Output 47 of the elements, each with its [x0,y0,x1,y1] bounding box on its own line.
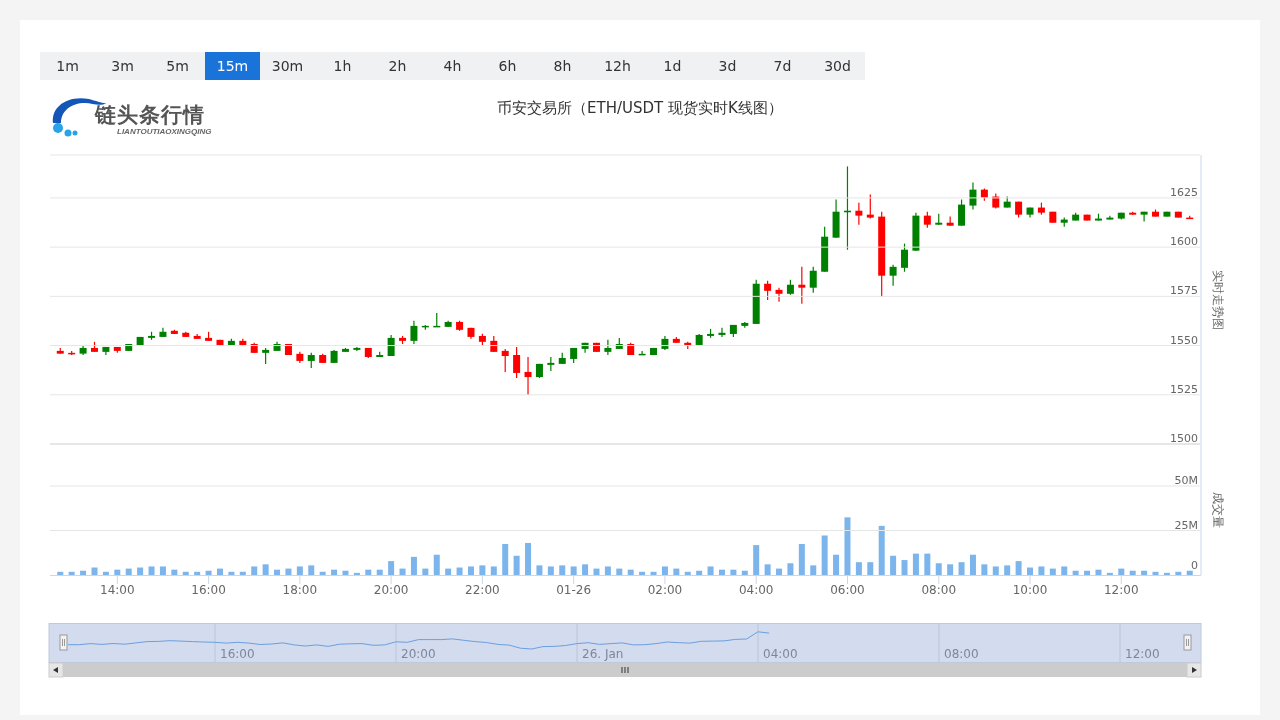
interval-tab[interactable]: 5m [150,52,205,80]
chart-title: 币安交易所（ETH/USDT 现货实时K线图） [497,98,783,119]
interval-tab[interactable]: 2h [370,52,425,80]
axis-label: 02:00 [647,583,683,597]
interval-tab[interactable]: 30m [260,52,315,80]
axis-label: 1550 [1170,333,1198,347]
axis-label: 04:00 [763,647,798,661]
axis-label: 12:00 [1104,583,1139,597]
axis-label: 22:00 [465,583,500,597]
axis-label: 1600 [1170,235,1198,249]
axis-label: 16:00 [191,583,226,597]
interval-tab[interactable]: 1d [645,52,700,80]
axis-label: 14:00 [100,583,135,597]
axis-label: 0 [1191,559,1198,572]
axis-title: 成交量 [1211,491,1225,528]
interval-tab[interactable]: 6h [480,52,535,80]
interval-tab[interactable]: 7d [755,52,810,80]
axis-label: 16:00 [220,647,255,661]
interval-tab[interactable]: 3d [700,52,755,80]
axis-label: 1500 [1170,432,1198,445]
axis-label: 25M [1174,518,1198,532]
axis-label: 20:00 [373,583,409,597]
axis-label: 1575 [1170,284,1198,298]
axis-label: 01-26 [556,583,592,597]
interval-tab[interactable]: 12h [590,52,645,80]
axis-title: 实时走势图 [1211,269,1225,330]
interval-tab[interactable]: 1h [315,52,370,80]
axis-label: 10:00 [1012,583,1048,597]
axis-label: 12:00 [1125,647,1160,661]
axis-label: 1525 [1170,382,1198,396]
interval-tab[interactable]: 8h [535,52,590,80]
interval-tab[interactable]: 15m [205,52,260,80]
axis-label: 04:00 [738,583,774,597]
interval-tab[interactable]: 4h [425,52,480,80]
axis-label: 26. Jan [582,647,624,661]
logo-text: 链头条行情 [95,105,206,126]
interval-tab[interactable]: 3m [95,52,150,80]
axis-label: 18:00 [282,583,318,597]
logo-subtitle: LIANTOUTIAOXINGQING [117,128,212,136]
interval-tab[interactable]: 30d [810,52,865,80]
axis-label: 08:00 [921,583,957,597]
axis-label: 1625 [1170,185,1198,199]
axis-label: 06:00 [830,583,865,597]
interval-tab[interactable]: 1m [40,52,95,80]
axis-label: 50M [1174,474,1198,487]
axis-label: 08:00 [944,647,979,661]
axis-label: 20:00 [401,647,436,661]
